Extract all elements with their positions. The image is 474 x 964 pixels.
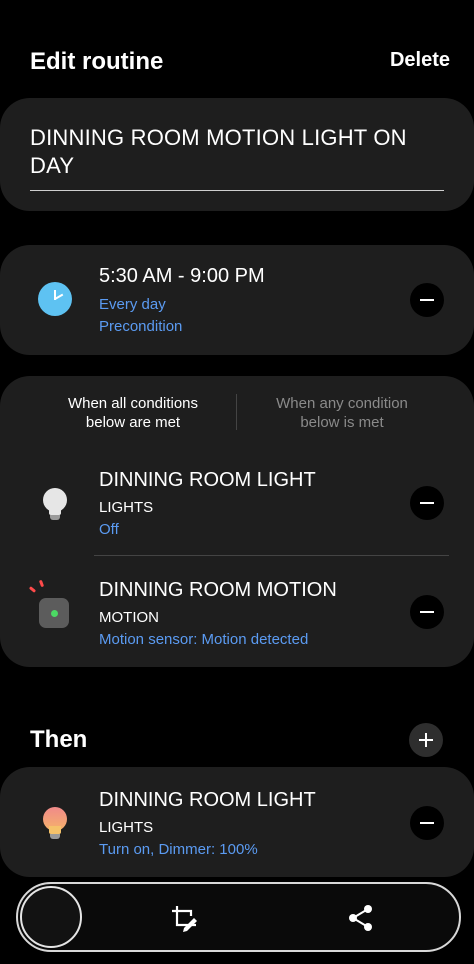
condition-device-state: Motion sensor: Motion detected (99, 631, 309, 648)
header: Edit routine Delete (0, 40, 474, 84)
remove-action-button[interactable] (410, 806, 444, 840)
home-button[interactable] (20, 886, 82, 948)
conditions-card: When all conditions below are met When a… (0, 376, 474, 667)
then-heading: Then (30, 726, 88, 753)
lightbulb-on-icon (43, 807, 67, 841)
condition-device-category: LIGHTS (99, 499, 154, 516)
time-condition-card[interactable]: 5:30 AM - 9:00 PM Every day Precondition (0, 245, 474, 355)
share-icon[interactable] (348, 904, 374, 932)
action-device-name: DINNING ROOM LIGHT (99, 789, 316, 811)
mode-any-condition[interactable]: When any condition below is met (262, 394, 422, 432)
page-title: Edit routine (30, 48, 164, 75)
motion-wave-icon (28, 586, 37, 593)
motion-sensor-icon (39, 598, 69, 628)
add-action-button[interactable] (409, 723, 443, 757)
row-divider (94, 555, 449, 556)
clock-icon (38, 282, 72, 316)
motion-wave-icon (38, 579, 45, 588)
lightbulb-icon (43, 488, 67, 522)
condition-device-state: Off (99, 521, 119, 538)
routine-name-underline (30, 190, 444, 191)
routine-name-card: DINNING ROOM MOTION LIGHT ON DAY (0, 98, 474, 211)
routine-name-input[interactable]: DINNING ROOM MOTION LIGHT ON DAY (30, 124, 444, 180)
condition-device-category: MOTION (99, 609, 159, 626)
edit-icon[interactable] (170, 904, 198, 932)
delete-button[interactable]: Delete (390, 49, 450, 72)
remove-condition-button[interactable] (410, 486, 444, 520)
mode-divider (236, 394, 237, 430)
repeat-text: Every day (99, 296, 166, 313)
remove-condition-button[interactable] (410, 595, 444, 629)
condition-device-name: DINNING ROOM MOTION (99, 579, 337, 601)
bottom-toolbar (16, 882, 461, 952)
precondition-text: Precondition (99, 318, 183, 335)
action-device-state: Turn on, Dimmer: 100% (99, 841, 258, 858)
condition-device-name: DINNING ROOM LIGHT (99, 469, 316, 491)
time-range: 5:30 AM - 9:00 PM (99, 265, 265, 287)
mode-all-conditions[interactable]: When all conditions below are met (53, 394, 213, 432)
action-item-light[interactable]: DINNING ROOM LIGHT LIGHTS Turn on, Dimme… (0, 767, 474, 877)
action-device-category: LIGHTS (99, 819, 154, 836)
remove-time-condition-button[interactable] (410, 283, 444, 317)
